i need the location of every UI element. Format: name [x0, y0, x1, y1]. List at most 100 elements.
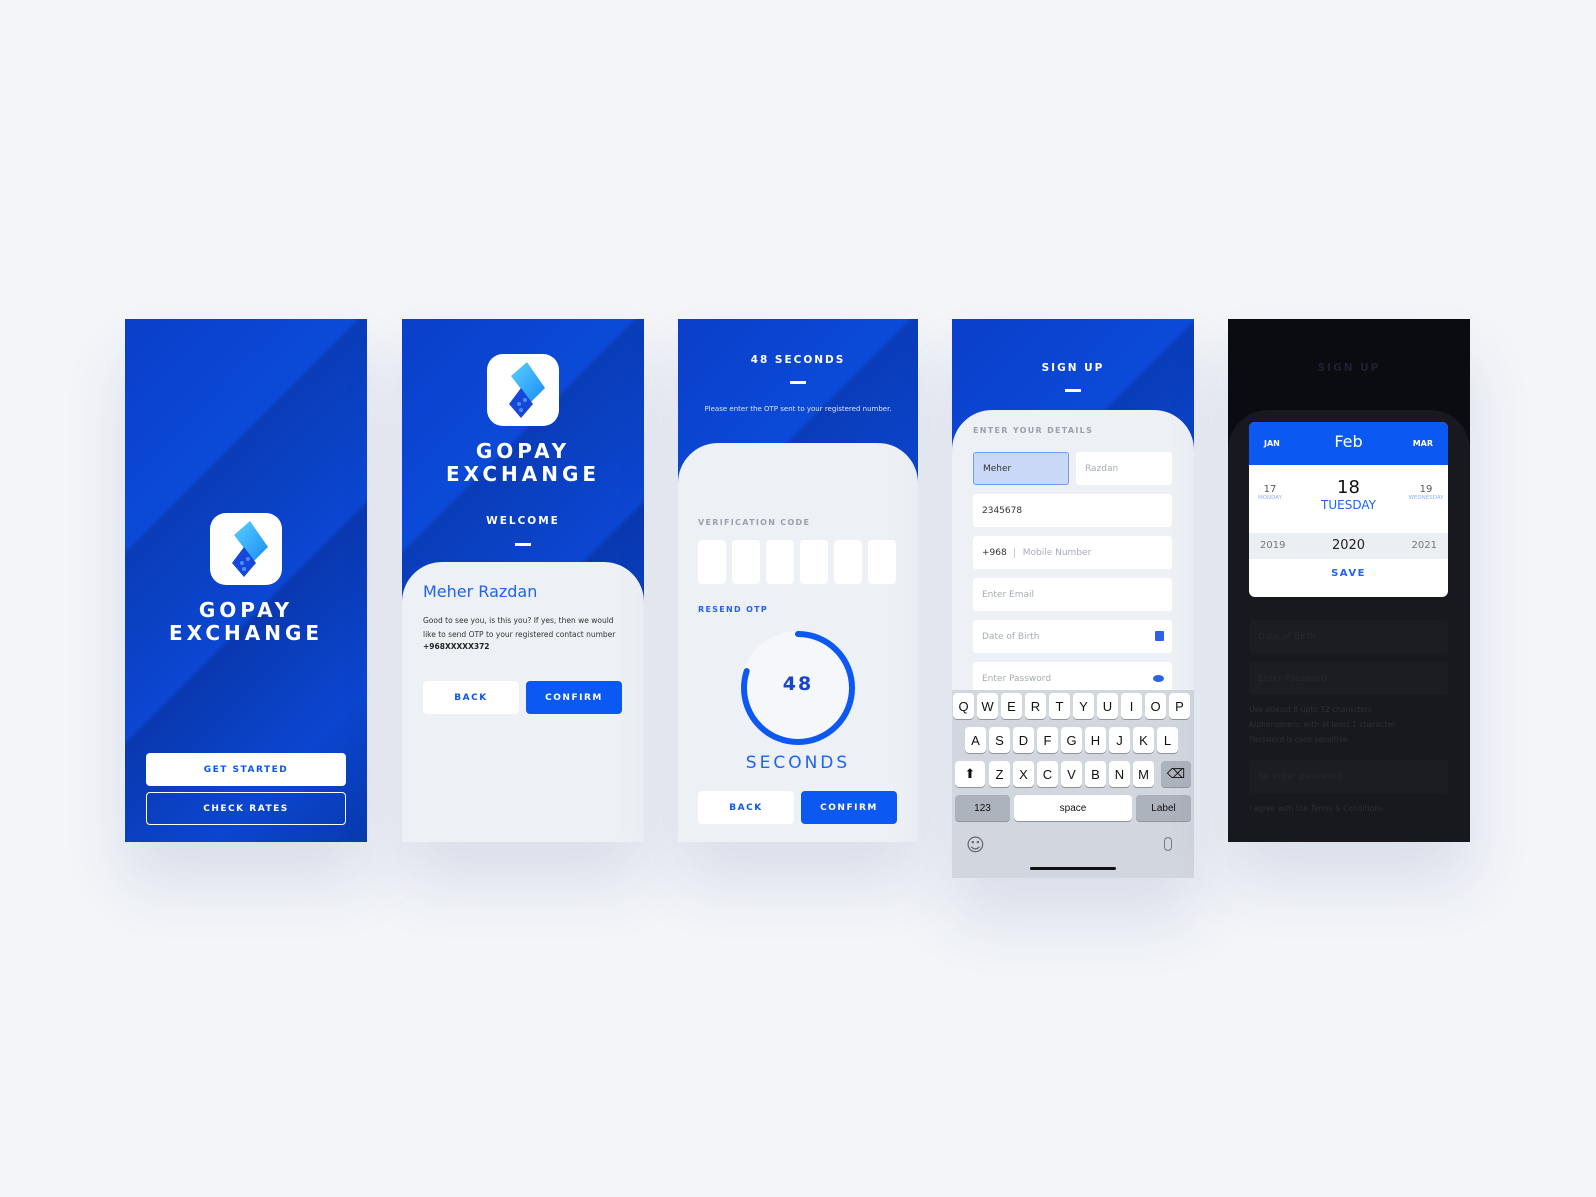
key-g[interactable]: G [1061, 727, 1082, 753]
otp-instructions: Please enter the OTP sent to your regist… [704, 405, 892, 413]
next-day[interactable]: 19 WEDNESDAY [1408, 484, 1444, 501]
key-t[interactable]: T [1049, 693, 1070, 719]
confirm-button[interactable]: CONFIRM [801, 791, 897, 824]
countdown-title: 48 SECONDS [750, 354, 846, 366]
phone-number: +968XXXXX372 [423, 642, 490, 651]
password-rules: Use atleast 8 upto 32 characters Alphanu… [1249, 702, 1395, 747]
key-h[interactable]: H [1085, 727, 1106, 753]
emoji-icon[interactable]: ☺ [966, 835, 985, 856]
key-k[interactable]: K [1133, 727, 1154, 753]
key-d[interactable]: D [1013, 727, 1034, 753]
otp-digit-box[interactable] [732, 540, 760, 584]
id-input[interactable]: 2345678 [973, 494, 1172, 527]
weekday: WEDNESDAY [1408, 495, 1444, 501]
signup-screen: SIGN UP ENTER YOUR DETAILS Meher Razdan … [952, 319, 1194, 878]
mobile-input[interactable]: +968 Mobile Number [973, 536, 1172, 569]
get-started-button[interactable]: GET STARTED [146, 753, 346, 786]
otp-screen: 48 SECONDS Please enter the OTP sent to … [678, 319, 918, 842]
month-selector: JAN Feb MAR [1249, 422, 1448, 465]
country-code[interactable]: +968 [982, 547, 1015, 558]
save-button[interactable]: SAVE [1249, 568, 1448, 579]
year-selector: 2019 2020 2021 [1249, 533, 1448, 559]
check-rates-button[interactable]: CHECK RATES [146, 792, 346, 825]
key-o[interactable]: O [1145, 693, 1166, 719]
welcome-screen: GOPAY EXCHANGE WELCOME Meher Razdan Good … [402, 319, 644, 842]
shift-key[interactable]: ⬆ [955, 761, 985, 787]
key-l[interactable]: L [1157, 727, 1178, 753]
back-button[interactable]: BACK [698, 791, 794, 824]
key-s[interactable]: S [989, 727, 1010, 753]
key-b[interactable]: B [1085, 761, 1106, 787]
countdown-value: 48 [782, 673, 814, 695]
eye-icon[interactable] [1153, 675, 1164, 682]
microphone-icon[interactable] [1164, 837, 1172, 851]
key-u[interactable]: U [1097, 693, 1118, 719]
divider [790, 381, 806, 384]
confirm-button[interactable]: CONFIRM [526, 681, 622, 714]
last-name-input[interactable]: Razdan [1076, 452, 1172, 485]
rule-item: Use atleast 8 upto 32 characters [1249, 705, 1372, 714]
key-v[interactable]: V [1061, 761, 1082, 787]
key-f[interactable]: F [1037, 727, 1058, 753]
key-j[interactable]: J [1109, 727, 1130, 753]
gopay-logo [487, 354, 559, 426]
reenter-password-input[interactable]: Re-enter password [1249, 760, 1448, 793]
key-a[interactable]: A [965, 727, 986, 753]
back-button[interactable]: BACK [423, 681, 519, 714]
terms-checkbox[interactable]: I agree with the Terms & Conditions [1249, 804, 1383, 813]
section-label: ENTER YOUR DETAILS [973, 426, 1094, 435]
key-p[interactable]: P [1169, 693, 1190, 719]
key-y[interactable]: Y [1073, 693, 1094, 719]
otp-digit-box[interactable] [868, 540, 896, 584]
password-input[interactable]: Enter Password [1249, 662, 1448, 695]
dob-input[interactable]: Date of Birth [1249, 620, 1448, 653]
date-picker-screen: SIGN UP Date of Birth Enter Password Use… [1228, 319, 1470, 842]
calendar-icon[interactable] [1155, 631, 1164, 641]
password-placeholder: Enter Password [982, 673, 1052, 684]
otp-digit-box[interactable] [698, 540, 726, 584]
key-q[interactable]: Q [953, 693, 974, 719]
rule-item: Alphanumeric with at least 1 character [1249, 720, 1396, 729]
space-key[interactable]: space [1014, 795, 1132, 821]
action-key[interactable]: Label [1136, 795, 1191, 821]
otp-card: VERIFICATION CODE RESEND OTP 48 SECONDS … [678, 443, 918, 842]
user-name: Meher Razdan [423, 582, 538, 601]
brand-name: GOPAY EXCHANGE [445, 439, 601, 486]
next-year[interactable]: 2021 [1412, 540, 1437, 551]
dob-placeholder: Date of Birth [982, 631, 1040, 642]
numbers-key[interactable]: 123 [955, 795, 1010, 821]
key-i[interactable]: I [1121, 693, 1142, 719]
countdown-unit: SECONDS [745, 753, 851, 773]
first-name-input[interactable]: Meher [973, 452, 1069, 485]
backspace-key[interactable]: ⌫ [1161, 761, 1191, 787]
key-m[interactable]: M [1133, 761, 1154, 787]
dob-input[interactable]: Date of Birth [973, 620, 1172, 653]
next-month[interactable]: MAR [1413, 439, 1433, 448]
rule-item: Password is case sensitive [1249, 735, 1348, 744]
keyboard: QWERTYUIOP ASDFGHJKL ZXCVBNM 123 space Lab… [952, 690, 1194, 878]
otp-digit-box[interactable] [834, 540, 862, 584]
key-e[interactable]: E [1001, 693, 1022, 719]
signup-title: SIGN UP [1041, 362, 1105, 374]
key-x[interactable]: X [1013, 761, 1034, 787]
key-r[interactable]: R [1025, 693, 1046, 719]
otp-digit-box[interactable] [800, 540, 828, 584]
date-picker: JAN Feb MAR 17 MONDAY 18 TUESDAY 19 WEDNESD… [1249, 422, 1448, 597]
key-n[interactable]: N [1109, 761, 1130, 787]
day-number: 19 [1419, 484, 1433, 495]
key-w[interactable]: W [977, 693, 998, 719]
resend-otp-link[interactable]: RESEND OTP [698, 605, 768, 614]
email-input[interactable]: Enter Email [973, 578, 1172, 611]
gopay-logo [210, 513, 282, 585]
key-c[interactable]: C [1037, 761, 1058, 787]
otp-digit-box[interactable] [766, 540, 794, 584]
verification-code-label: VERIFICATION CODE [698, 518, 811, 527]
divider [515, 543, 531, 546]
brand-name: GOPAY EXCHANGE [168, 598, 324, 645]
divider [1065, 389, 1081, 392]
key-z[interactable]: Z [989, 761, 1010, 787]
splash-screen: GOPAY EXCHANGE GET STARTED CHECK RATES [125, 319, 367, 842]
signup-title: SIGN UP [1317, 362, 1381, 374]
otp-message: Good to see you, is this you? If yes, th… [423, 616, 616, 639]
mobile-placeholder: Mobile Number [1022, 547, 1092, 558]
